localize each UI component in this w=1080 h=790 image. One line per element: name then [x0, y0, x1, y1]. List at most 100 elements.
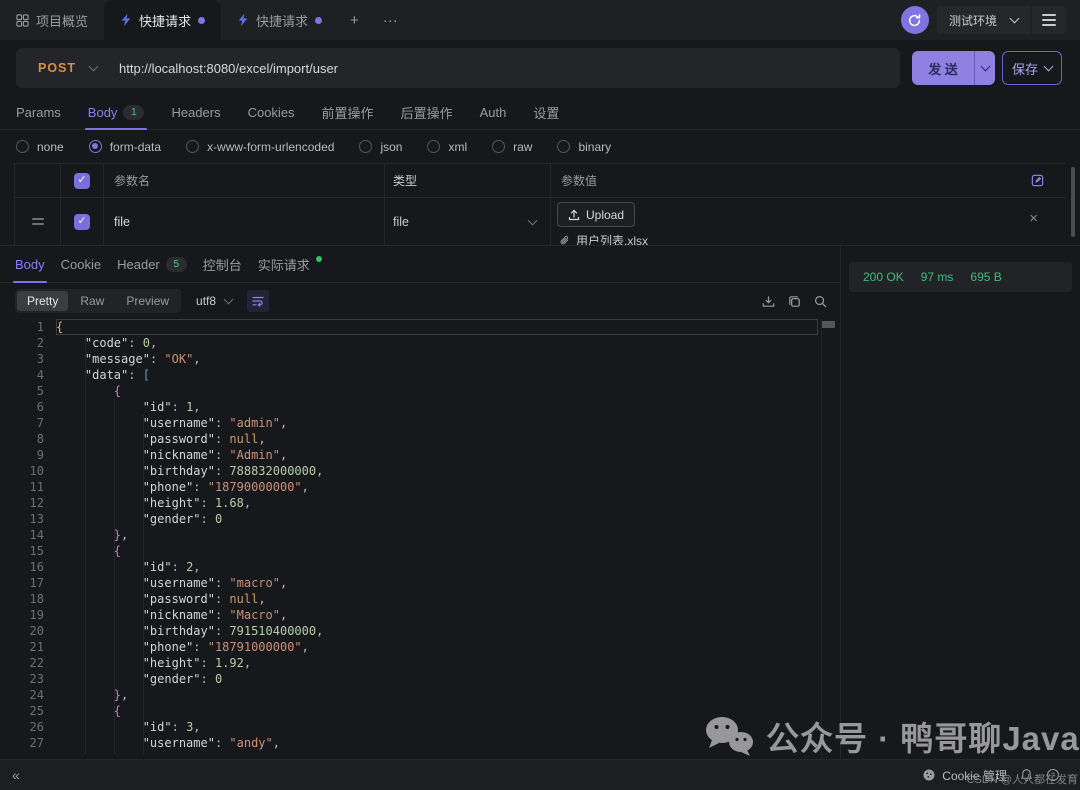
response-tab-body[interactable]: Body — [15, 246, 45, 282]
body-type-options: none form-data x-www-form-urlencoded json xm… — [0, 130, 1080, 163]
table-scrollbar[interactable] — [1071, 167, 1075, 237]
method-select[interactable]: POST — [16, 61, 97, 75]
body-type-json[interactable]: json — [359, 140, 402, 154]
tab-设置[interactable]: 设置 — [533, 96, 559, 129]
url-input[interactable]: http://localhost:8080/excel/import/user — [119, 61, 338, 76]
editor-scrollbar-thumb[interactable] — [822, 321, 835, 328]
radio-icon — [492, 140, 505, 153]
chevron-down-icon — [224, 295, 234, 305]
code-line: 12 "height": 1.68, — [0, 495, 840, 511]
select-all-checkbox[interactable] — [74, 173, 90, 189]
app-tab-label: 快捷请求 — [256, 11, 308, 30]
response-tab-实际请求[interactable]: 实际请求 — [258, 246, 322, 282]
new-tab-button[interactable]: + — [338, 0, 371, 40]
status-size: 695 B — [970, 270, 1001, 284]
send-options-button[interactable] — [974, 51, 995, 85]
drag-handle-icon[interactable] — [32, 218, 44, 225]
tab-badge: 5 — [166, 257, 187, 272]
chevron-down-icon — [89, 62, 99, 72]
environment-select[interactable]: 测试环境 — [937, 6, 1030, 34]
search-button[interactable] — [813, 294, 828, 309]
tab-params[interactable]: Params — [16, 96, 61, 129]
code-line: 5 { — [0, 383, 840, 399]
column-header-name: 参数名 — [104, 164, 385, 197]
line-content: "code": 0, — [56, 335, 818, 351]
line-content: "username": "macro", — [56, 575, 818, 591]
body-type-xml[interactable]: xml — [427, 140, 467, 154]
format-mode-switch: PrettyRawPreview — [15, 289, 181, 313]
response-tab-控制台[interactable]: 控制台 — [203, 246, 242, 282]
line-number: 19 — [0, 607, 56, 623]
tab-cookies[interactable]: Cookies — [248, 96, 295, 129]
download-button[interactable] — [761, 294, 776, 309]
more-tabs-button[interactable]: ··· — [371, 0, 410, 40]
grid-icon — [16, 14, 29, 27]
body-type-none[interactable]: none — [16, 140, 64, 154]
response-tab-cookie[interactable]: Cookie — [61, 246, 101, 282]
line-number: 10 — [0, 463, 56, 479]
tab-label: Headers — [171, 105, 220, 120]
body-type-x-www-form-urlencoded[interactable]: x-www-form-urlencoded — [186, 140, 334, 154]
param-name-cell[interactable]: file — [104, 198, 385, 245]
sync-button[interactable] — [901, 6, 929, 34]
delete-row-button[interactable]: × — [1029, 211, 1038, 226]
row-checkbox[interactable] — [74, 214, 90, 230]
tab-badge: 1 — [123, 105, 144, 120]
bulk-edit-icon[interactable] — [1031, 174, 1044, 187]
app-tab-label: 项目概览 — [36, 11, 88, 30]
code-line: 22 "height": 1.92, — [0, 655, 840, 671]
code-line: 8 "password": null, — [0, 431, 840, 447]
line-content: "nickname": "Admin", — [56, 447, 818, 463]
response-tabs: Body Cookie Header5 控制台实际请求 — [0, 246, 840, 283]
menu-button[interactable] — [1032, 6, 1066, 34]
tab-auth[interactable]: Auth — [480, 96, 507, 129]
radio-label: raw — [513, 140, 532, 154]
copy-button[interactable] — [787, 294, 802, 309]
line-content: "id": 1, — [56, 399, 818, 415]
word-wrap-icon — [251, 294, 265, 308]
paperclip-icon — [559, 235, 570, 246]
upload-button[interactable]: Upload — [557, 202, 635, 227]
response-tool-icons — [761, 294, 840, 309]
encoding-select[interactable]: utf8 — [196, 294, 232, 308]
app-tab[interactable]: 快捷请求 — [104, 0, 221, 40]
save-button[interactable]: 保存 — [1002, 51, 1062, 85]
response-body-editor[interactable]: 1{2 "code": 0,3 "message": "OK",4 "data"… — [0, 319, 840, 760]
app-tab[interactable]: 快捷请求 — [221, 0, 338, 40]
code-line: 11 "phone": "18790000000", — [0, 479, 840, 495]
format-mode-raw[interactable]: Raw — [70, 291, 114, 311]
code-line: 7 "username": "admin", — [0, 415, 840, 431]
body-type-form-data[interactable]: form-data — [89, 140, 161, 154]
send-button-label[interactable]: 发 送 — [912, 51, 974, 85]
tab-body[interactable]: Body1 — [88, 96, 145, 129]
format-mode-pretty[interactable]: Pretty — [17, 291, 68, 311]
word-wrap-button[interactable] — [247, 290, 269, 312]
line-number: 17 — [0, 575, 56, 591]
code-line: 20 "birthday": 791510400000, — [0, 623, 840, 639]
send-button[interactable]: 发 送 — [912, 51, 995, 85]
app-tab[interactable]: 项目概览 — [0, 0, 104, 40]
tab-label: Auth — [480, 105, 507, 120]
response-tab-header[interactable]: Header5 — [117, 246, 187, 282]
code-line: 17 "username": "macro", — [0, 575, 840, 591]
method-label: POST — [38, 61, 76, 75]
menu-icon — [1042, 14, 1056, 26]
code-line: 13 "gender": 0 — [0, 511, 840, 527]
body-type-binary[interactable]: binary — [557, 140, 611, 154]
watermark-text: 公众号 · 鸭哥聊Java — [766, 712, 1080, 760]
tab-后置操作[interactable]: 后置操作 — [401, 96, 453, 129]
radio-label: none — [37, 140, 64, 154]
line-number: 8 — [0, 431, 56, 447]
collapse-sidebar-button[interactable]: « — [0, 767, 20, 783]
line-number: 1 — [0, 319, 56, 335]
wechat-icon — [702, 714, 756, 758]
param-type-select[interactable]: file — [385, 198, 551, 245]
uploaded-file-chip[interactable]: 用户列表.xlsx — [559, 232, 648, 245]
line-content: "phone": "18790000000", — [56, 479, 818, 495]
tab-headers[interactable]: Headers — [171, 96, 220, 129]
tab-前置操作[interactable]: 前置操作 — [322, 96, 374, 129]
line-content: "gender": 0 — [56, 671, 818, 687]
line-content: "gender": 0 — [56, 511, 818, 527]
body-type-raw[interactable]: raw — [492, 140, 532, 154]
format-mode-preview[interactable]: Preview — [116, 291, 179, 311]
